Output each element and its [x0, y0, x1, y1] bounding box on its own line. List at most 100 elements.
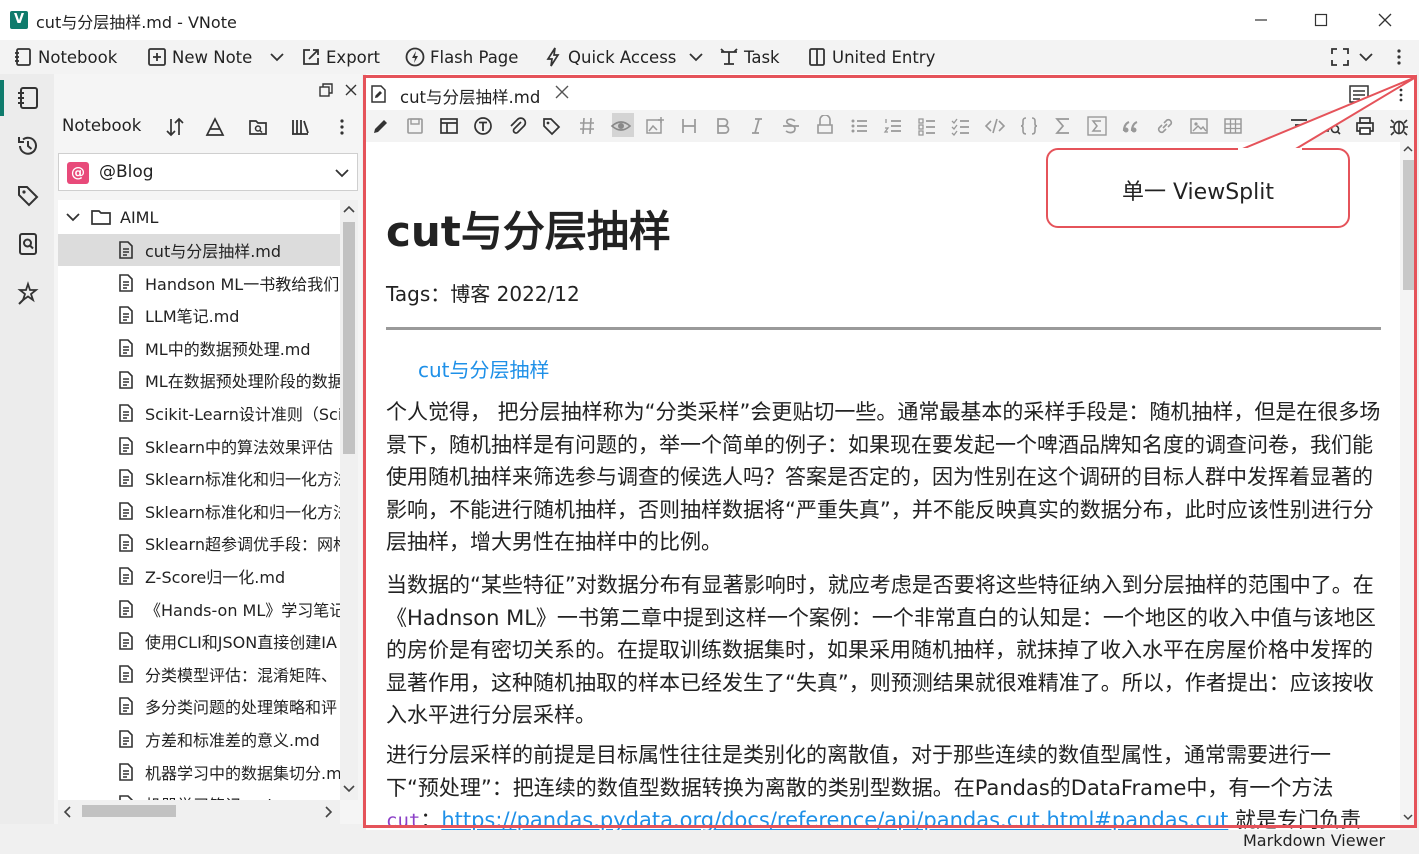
new-note-dropdown[interactable]: [266, 40, 288, 74]
active-indicator: [0, 80, 4, 116]
new-note-label: New Note: [172, 47, 253, 67]
close-icon: [345, 84, 357, 96]
fullscreen-button[interactable]: [1329, 40, 1351, 74]
tree-file-item[interactable]: 《Hands-on ML》学习笔记: [58, 593, 340, 625]
file-icon: [119, 534, 133, 553]
flash-page-label: Flash Page: [430, 47, 519, 67]
united-entry-button[interactable]: United Entry: [806, 40, 935, 74]
tree-file-item[interactable]: Handson ML一书教给我们: [58, 267, 340, 299]
quick-access-button[interactable]: Quick Access: [542, 40, 676, 74]
file-icon: [119, 469, 133, 487]
float-panel-button[interactable]: [318, 82, 334, 98]
activity-history[interactable]: [12, 130, 44, 162]
new-note-icon: [148, 48, 166, 66]
folder-name: AIML: [120, 207, 159, 227]
tree-scroll-thumb[interactable]: [343, 222, 355, 454]
locate-button[interactable]: [245, 114, 271, 140]
activity-snippets[interactable]: [12, 278, 44, 310]
file-name: Sklearn超参调优手段：网格: [145, 535, 340, 555]
flash-icon: [405, 47, 425, 67]
activity-search[interactable]: [12, 228, 44, 260]
folder-search-icon: [249, 120, 267, 135]
chevron-down-icon: [689, 53, 703, 62]
notebook-label: Notebook: [38, 47, 118, 67]
export-button[interactable]: Export: [300, 40, 380, 74]
annotation-callout: 单一 ViewSplit: [1046, 148, 1350, 228]
tree-file-item[interactable]: 使用CLI和JSON直接创建IA: [58, 625, 340, 657]
file-icon: [119, 501, 133, 520]
file-name: 《Hands-on ML》学习笔记: [145, 600, 340, 620]
tree-folder-aiml[interactable]: AIML: [58, 201, 340, 233]
tree-file-item[interactable]: 多分类问题的处理策略和评: [58, 690, 340, 722]
notebook-panel-label: Notebook: [62, 116, 142, 135]
hierarchy-icon: [205, 117, 225, 136]
export-icon: [303, 49, 319, 65]
tree-hscroll-thumb[interactable]: [82, 805, 176, 817]
more-menu-button[interactable]: [1388, 40, 1410, 74]
file-name: ML在数据预处理阶段的数据: [145, 372, 340, 392]
notebook-selector-value: @Blog: [99, 162, 154, 182]
export-label: Export: [326, 47, 381, 67]
view-mode-button[interactable]: [202, 114, 228, 140]
file-icon: [119, 762, 133, 781]
united-entry-icon: [809, 48, 825, 66]
new-note-button[interactable]: New Note: [146, 40, 252, 74]
tree-file-item[interactable]: Sklearn中的算法效果评估: [58, 430, 340, 462]
tree-file-item[interactable]: Sklearn超参调优手段：网格: [58, 527, 340, 559]
maximize-button[interactable]: [1291, 0, 1351, 40]
united-entry-label: United Entry: [832, 47, 936, 67]
callout-pointer: [1239, 76, 1417, 151]
note-tree: AIML cut与分层抽样.md Handson ML一书教给我们 LLM笔记.md…: [58, 200, 340, 800]
file-icon: [119, 371, 133, 390]
tree-file-item[interactable]: 机器学习笔记.md: [58, 788, 340, 800]
manage-notebooks-button[interactable]: [287, 114, 313, 140]
tree-file-item[interactable]: 机器学习中的数据集切分.m: [58, 756, 340, 788]
magic-icon: [17, 281, 39, 305]
chevron-down-icon: [1359, 53, 1373, 62]
chevron-down-icon: [66, 213, 80, 222]
file-name: Sklearn标准化和归一化方法: [145, 470, 340, 490]
tree-file-item[interactable]: ML中的数据预处理.md: [58, 332, 340, 364]
sort-button[interactable]: [162, 114, 188, 140]
tree-file-item[interactable]: ML在数据预处理阶段的数据: [58, 364, 340, 396]
status-bar: [0, 830, 1419, 854]
chevron-right-icon: [325, 806, 333, 818]
flash-page-button[interactable]: Flash Page: [404, 40, 518, 74]
file-name: Sklearn中的算法效果评估: [145, 437, 333, 457]
callout-gap: [1238, 148, 1302, 151]
float-icon: [319, 83, 333, 97]
tree-file-item[interactable]: Z-Score归一化.md: [58, 560, 340, 592]
tree-file-item[interactable]: cut与分层抽样.md: [58, 234, 340, 266]
minimize-button[interactable]: [1231, 0, 1291, 40]
file-name: 分类模型评估：混淆矩阵、: [145, 665, 338, 685]
chevron-down-icon: [343, 785, 355, 793]
notebook-icon: [18, 87, 38, 109]
notebook-button[interactable]: Notebook: [12, 40, 117, 74]
tree-file-item[interactable]: 分类模型评估：混淆矩阵、: [58, 658, 340, 690]
file-name: 机器学习笔记.md: [145, 792, 272, 800]
notebook-more-button[interactable]: [329, 114, 355, 140]
notebook-selector[interactable]: @ @Blog: [58, 153, 358, 191]
task-button[interactable]: Task: [718, 40, 780, 74]
task-label: Task: [744, 47, 780, 67]
activity-notebook[interactable]: [12, 82, 44, 114]
search-icon: [19, 233, 37, 255]
file-icon: [119, 632, 133, 650]
layout-dropdown[interactable]: [1355, 40, 1377, 74]
tree-file-item[interactable]: Sklearn标准化和归一化方法: [58, 495, 340, 527]
status-mode: Markdown Viewer: [1243, 831, 1386, 850]
activity-tags[interactable]: [12, 180, 44, 212]
file-name: cut与分层抽样.md: [145, 242, 282, 261]
file-icon: [119, 567, 133, 585]
close-window-button[interactable]: [1355, 0, 1415, 40]
tree-file-item[interactable]: LLM笔记.md: [58, 299, 340, 331]
close-panel-button[interactable]: [343, 82, 359, 98]
file-name: 多分类问题的处理策略和评: [145, 698, 338, 718]
quick-access-dropdown[interactable]: [685, 40, 707, 74]
file-icon: [119, 664, 133, 683]
tree-file-item[interactable]: 方差和标准差的意义.md: [58, 723, 340, 755]
file-name: 使用CLI和JSON直接创建IA: [145, 633, 337, 653]
file-icon: [119, 599, 133, 618]
tree-file-item[interactable]: Sklearn标准化和归一化方法: [58, 462, 340, 494]
tree-file-item[interactable]: Scikit-Learn设计准则（Sci: [58, 397, 340, 429]
